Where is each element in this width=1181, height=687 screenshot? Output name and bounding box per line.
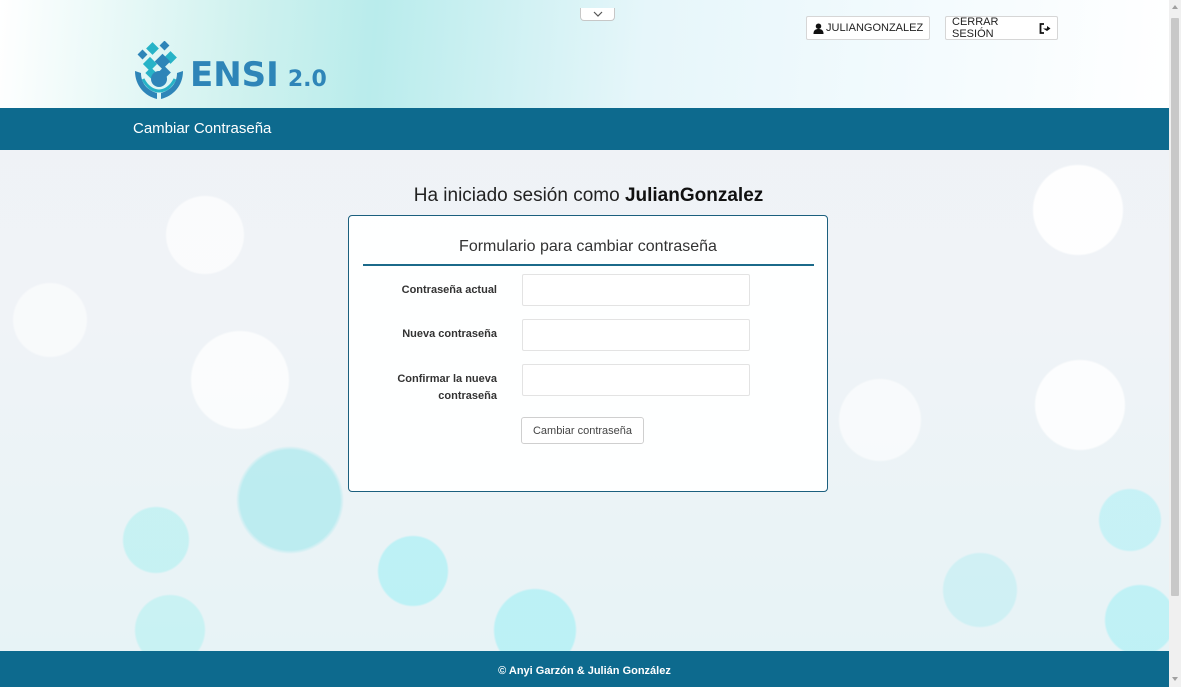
session-greeting: Ha iniciado sesión como JulianGonzalez	[349, 185, 828, 207]
chevron-down-icon	[593, 11, 602, 17]
sign-out-icon	[1039, 22, 1051, 34]
brand-logo-text: ENSI 2.0	[190, 55, 327, 95]
page-title: Cambiar Contraseña	[133, 120, 272, 137]
form-title: Formulario para cambiar contraseña	[459, 238, 717, 255]
greeting-username: JulianGonzalez	[624, 185, 764, 206]
logout-label: CERRAR SESIÓN	[952, 16, 999, 40]
user-menu-button[interactable]: JULIANGONZALEZ	[806, 16, 930, 40]
page-background: ENSI 2.0 JULIANGONZALEZ CERRAR SESIÓN Ca…	[0, 0, 1169, 687]
scrollbar-thumb[interactable]	[1171, 18, 1179, 596]
new-password-label: Nueva contraseña	[402, 328, 497, 340]
greeting-text: Ha iniciado sesión como	[413, 185, 620, 206]
footer-credit: © Anyi Garzón & Julián González	[498, 665, 671, 677]
page-title-bar: Cambiar Contraseña	[0, 108, 1169, 150]
logout-button[interactable]: CERRAR SESIÓN	[945, 16, 1058, 40]
footer: © Anyi Garzón & Julián González	[0, 651, 1169, 687]
ensi-logo-icon	[135, 41, 183, 99]
confirm-password-label: Confirmar la nueva contraseña	[397, 373, 497, 402]
change-password-form: Formulario para cambiar contraseña Contr…	[348, 215, 828, 492]
current-password-label: Contraseña actual	[401, 284, 497, 296]
scroll-up-arrow-icon[interactable]	[1172, 5, 1178, 9]
vertical-scrollbar[interactable]	[1169, 0, 1181, 687]
change-password-button[interactable]: Cambiar contraseña	[521, 417, 644, 444]
form-divider	[363, 264, 814, 266]
new-password-input[interactable]	[522, 319, 750, 351]
user-icon	[813, 22, 824, 34]
brand-version: 2.0	[287, 67, 327, 92]
user-name-label: JULIANGONZALEZ	[826, 22, 924, 34]
current-password-input[interactable]	[522, 274, 750, 306]
confirm-password-input[interactable]	[522, 364, 750, 396]
brand-name: ENSI	[190, 55, 279, 95]
collapse-toggle[interactable]	[580, 8, 615, 21]
scroll-down-arrow-icon[interactable]	[1172, 677, 1178, 681]
